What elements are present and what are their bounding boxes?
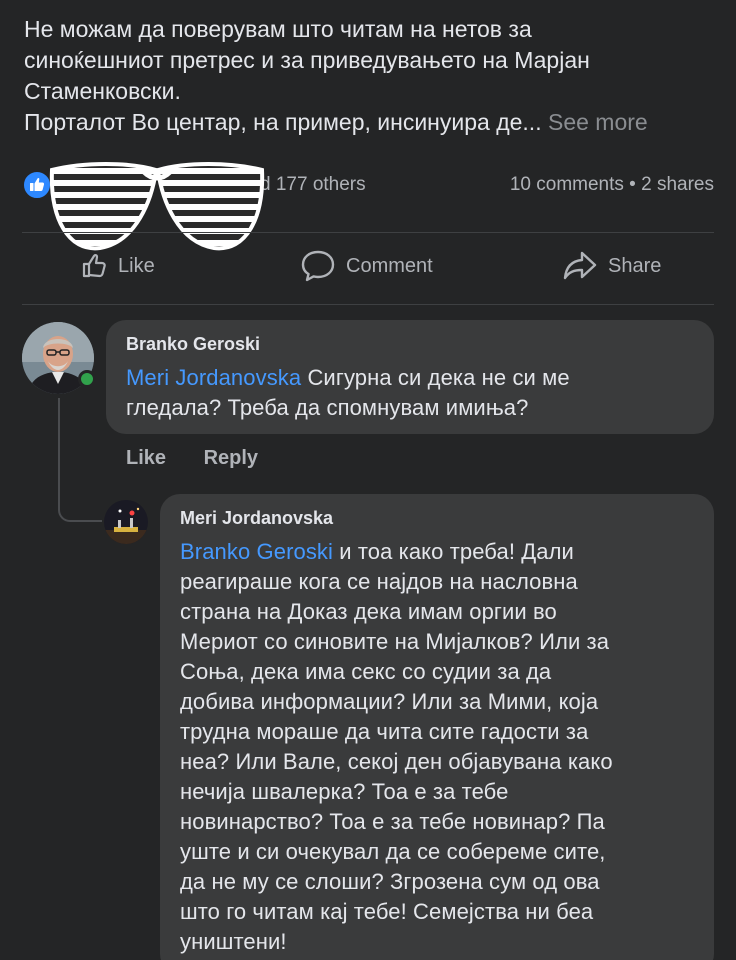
thumbs-up-outline-icon [82, 254, 106, 278]
share-button-label: Share [608, 254, 662, 277]
post-actions-bar: Like Comment Share [22, 244, 714, 288]
divider [22, 232, 714, 233]
comment-text-line: неа? Или Вале, секој ден објавувана како [180, 749, 613, 774]
like-button-label: Like [118, 254, 155, 277]
divider [22, 304, 714, 305]
comment-reply-button[interactable]: Reply [204, 447, 258, 469]
facebook-post-view: Не можам да поверувам што читам на нетов… [0, 0, 736, 960]
comment-text: Meri Jordanovska Сигурна си дека не си м… [126, 363, 694, 423]
comment-text-line: добива информации? Или за Мими, која [180, 689, 599, 714]
post-line: Порталот Во центар, на пример, инсинуира… [24, 107, 724, 138]
post-line: Стаменковски. [24, 78, 181, 104]
comment-text: Branko Geroski и тоа како треба! Дали ре… [180, 537, 694, 957]
comment-author[interactable]: Meri Jordanovska [180, 508, 694, 529]
comment-text-line: новинарство? Тоа е за тебе новинар? Па [180, 809, 605, 834]
comment-text-line: гледала? Треба да спомнувам имиња? [126, 395, 529, 420]
comment-text-line: што го читам кај тебе! Семејства ни беа [180, 899, 594, 924]
comment-text-line: реагираше кога се најдов на насловна [180, 569, 578, 594]
post-line: Не можам да поверувам што читам на нетов… [24, 16, 532, 42]
comment-button[interactable]: Comment [300, 244, 433, 288]
comment-text-line: Соња, дека има секс со судии за да [180, 659, 552, 684]
like-button[interactable]: Like [80, 244, 155, 288]
avatar-photo [104, 500, 148, 544]
comment-text-line: уништени! [180, 929, 287, 954]
comment-bubble: Branko Geroski Meri Jordanovska Сигурна … [106, 320, 714, 434]
post-line-text: Порталот Во центар, на пример, инсинуира… [24, 109, 542, 135]
reply-thread-line [58, 398, 102, 522]
avatar[interactable] [104, 500, 148, 544]
comment-actions: Like Reply [126, 447, 258, 470]
comment-bubble-icon [301, 250, 335, 282]
comment-mention[interactable]: Branko Geroski [180, 539, 333, 564]
comment-text-line: и тоа како треба! Дали [333, 539, 574, 564]
share-arrow-icon [563, 251, 597, 280]
comments-shares-count[interactable]: 10 comments • 2 shares [510, 174, 714, 196]
post-text: Не можам да поверувам што читам на нетов… [24, 14, 724, 138]
comment-text-line: Сигурна си дека не си ме [301, 365, 570, 390]
post-line: синоќешниот претрес и за приведувањето н… [24, 47, 590, 73]
comment-text-line: страна на Доказ дека имам оргии во [180, 599, 557, 624]
comment-text-line: трудна мораше да чита сите гадости за [180, 719, 589, 744]
online-status-indicator [78, 370, 96, 388]
comment-like-button[interactable]: Like [126, 447, 166, 469]
share-button[interactable]: Share [562, 244, 661, 288]
see-more-link[interactable]: See more [548, 109, 648, 135]
comment-mention[interactable]: Meri Jordanovska [126, 365, 301, 390]
comment-text-line: нечија швалерка? Тоа е за тебе [180, 779, 509, 804]
comment-text-line: да не му се слоши? Згрозена сум од ова [180, 869, 600, 894]
comment-bubble: Meri Jordanovska Branko Geroski и тоа ка… [160, 494, 714, 960]
comment-button-label: Comment [346, 254, 433, 277]
comment-author[interactable]: Branko Geroski [126, 334, 694, 355]
comment-text-line: Мериот со синовите на Мијалков? Или за [180, 629, 610, 654]
comment-text-line: уште и си очекувал да се собереме сите, [180, 839, 606, 864]
reactions-others-count[interactable]: d 177 others [260, 174, 366, 196]
